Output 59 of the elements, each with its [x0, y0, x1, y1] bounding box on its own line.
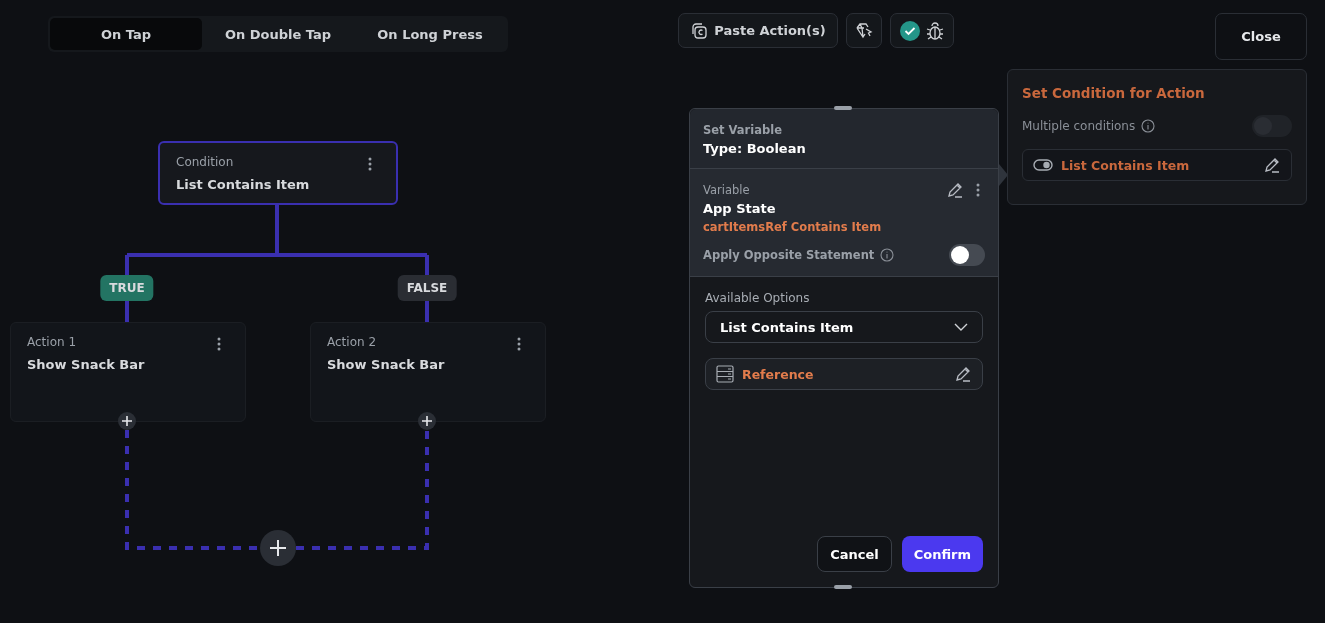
multiple-conditions-label: Multiple conditions	[1022, 119, 1136, 133]
condition-label: List Contains Item	[1061, 157, 1191, 173]
node-label: Action 1	[27, 335, 77, 349]
variable-title: App State	[703, 201, 776, 216]
more-icon[interactable]	[368, 157, 372, 171]
add-action-button[interactable]	[418, 412, 436, 430]
variable-detail: cartItemsRef Contains Item	[703, 220, 882, 234]
plus-icon	[122, 416, 132, 426]
more-icon[interactable]	[976, 183, 980, 197]
node-label: Action 2	[327, 335, 377, 349]
paste-actions-button[interactable]: Paste Action(s)	[678, 13, 838, 48]
resize-handle[interactable]	[834, 585, 852, 589]
branch-badge: FALSE	[397, 275, 457, 301]
options-label: Available Options	[705, 291, 810, 305]
toggle-icon	[1033, 159, 1053, 171]
plus-icon	[270, 540, 286, 556]
gem-cursor-button[interactable]	[846, 13, 882, 48]
action-node[interactable]: Action 2 Show Snack Bar	[310, 322, 546, 422]
node-title: List Contains Item	[176, 177, 310, 192]
confirm-button[interactable]: Confirm	[901, 536, 983, 572]
branch-badge: TRUE	[100, 275, 154, 301]
check-circle-icon[interactable]	[900, 20, 920, 41]
info-icon	[1141, 119, 1156, 133]
edit-icon[interactable]	[946, 181, 964, 199]
node-title: Show Snack Bar	[327, 357, 445, 372]
variable-label: Variable	[703, 183, 750, 197]
copy-icon	[690, 21, 709, 40]
bug-icon[interactable]	[926, 20, 944, 41]
header-title: Type: Boolean	[703, 141, 806, 156]
more-icon[interactable]	[517, 337, 521, 351]
gem-cursor-icon	[855, 22, 873, 39]
node-label: Condition	[176, 155, 234, 169]
close-button[interactable]: Close	[1215, 13, 1307, 60]
plus-icon	[422, 416, 432, 426]
edit-icon[interactable]	[954, 365, 972, 383]
node-title: Show Snack Bar	[27, 357, 145, 372]
action-node[interactable]: Action 1 Show Snack Bar	[10, 322, 246, 422]
event-tab[interactable]: On Double Tap	[202, 18, 354, 50]
cancel-button[interactable]: Cancel	[817, 536, 892, 572]
more-icon[interactable]	[217, 337, 221, 351]
reference-field[interactable]: Reference	[705, 358, 983, 390]
condition-item[interactable]: List Contains Item	[1022, 149, 1292, 181]
multiple-conditions-toggle[interactable]	[1252, 115, 1292, 137]
add-action-button[interactable]	[260, 530, 296, 566]
server-icon	[716, 365, 734, 383]
event-tab[interactable]: On Tap	[50, 18, 202, 50]
header-label: Set Variable	[703, 123, 782, 137]
chevron-down-icon	[954, 323, 968, 331]
reference-label: Reference	[742, 366, 815, 382]
condition-node[interactable]: Condition List Contains Item	[158, 141, 398, 205]
opposite-toggle[interactable]	[949, 244, 985, 266]
resize-handle[interactable]	[834, 106, 852, 110]
edit-icon[interactable]	[1263, 156, 1281, 174]
info-icon	[880, 248, 895, 262]
event-tab[interactable]: On Long Press	[354, 18, 506, 50]
add-action-button[interactable]	[118, 412, 136, 430]
options-dropdown[interactable]: List Contains Item	[705, 311, 983, 343]
panel-title: Set Condition for Action	[1022, 85, 1206, 101]
opposite-label: Apply Opposite Statement	[703, 248, 875, 262]
